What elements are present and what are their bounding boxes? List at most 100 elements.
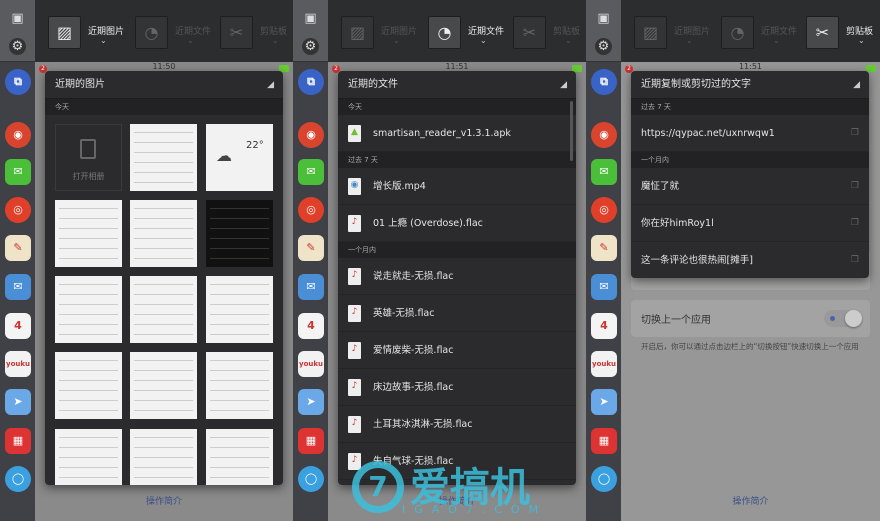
file-item[interactable]: ♪ 爱情废柴-无损.flac xyxy=(338,332,576,369)
clipboard-text: 这一条评论也很热闹[摊手] xyxy=(641,255,753,266)
calendar-icon[interactable]: 4 xyxy=(5,313,31,339)
notes-icon[interactable]: ✎ xyxy=(298,235,324,261)
wechat-icon[interactable]: ✉ xyxy=(5,159,31,185)
photo-thumbnail[interactable] xyxy=(206,352,273,419)
gift-calendar-icon[interactable]: ▦ xyxy=(591,428,617,454)
photo-thumbnail[interactable] xyxy=(55,200,122,267)
toggle-knob xyxy=(845,310,862,327)
file-name: 英雄-无损.flac xyxy=(373,308,435,319)
scissors-icon: ✂ xyxy=(806,16,839,49)
circle-app-icon[interactable]: ◯ xyxy=(298,466,324,492)
photo-thumbnail[interactable] xyxy=(130,276,197,343)
window-mode-icon[interactable]: ▣ xyxy=(302,10,319,27)
scrollbar[interactable] xyxy=(570,101,573,161)
thumbnail-line xyxy=(59,447,118,448)
thumbnail-line xyxy=(210,370,269,371)
mail-icon[interactable]: ✉ xyxy=(591,274,617,300)
thumbnail-line xyxy=(134,447,193,448)
weibo-icon[interactable]: ◎ xyxy=(5,197,31,223)
clipboard-item[interactable]: 魔怔了就 ❐ xyxy=(631,168,869,205)
weibo-icon[interactable]: ◎ xyxy=(298,197,324,223)
chrome-icon[interactable]: ◉ xyxy=(298,122,324,148)
file-item[interactable]: ▲ smartisan_reader_v1.3.1.apk xyxy=(338,115,576,152)
instructions-link[interactable]: 操作简介 xyxy=(621,494,880,507)
copy-icon[interactable]: ❐ xyxy=(851,205,859,242)
setting-description: 开启后，你可以通过点击边栏上的“切换按钮”快速切换上一个应用 xyxy=(641,342,859,351)
window-mode-icon[interactable]: ▣ xyxy=(9,10,26,27)
clipboard-item[interactable]: https://qypac.net/uxnrwqw1 ❐ xyxy=(631,115,869,152)
file-item[interactable]: ♪ 失自气球-无损.flac xyxy=(338,443,576,480)
switch-app-icon[interactable]: ⧉ xyxy=(5,69,31,95)
thumbnail-line xyxy=(210,390,269,391)
chevron-down-icon: ⌄ xyxy=(187,36,194,45)
instructions-link[interactable]: 操作简介 xyxy=(35,494,293,507)
gift-calendar-icon[interactable]: ▦ xyxy=(5,428,31,454)
file-item[interactable]: ♪ 01 上瘾 (Overdose).flac xyxy=(338,205,576,242)
photo-thumbnail[interactable] xyxy=(130,124,197,191)
photo-thumbnail[interactable] xyxy=(55,352,122,419)
file-item[interactable]: ♪ 英雄-无损.flac xyxy=(338,295,576,332)
thumbnail-line xyxy=(59,400,118,401)
photo-thumbnail[interactable] xyxy=(130,200,197,267)
file-item[interactable]: ♪ 床边故事-无损.flac xyxy=(338,369,576,406)
weibo-icon[interactable]: ◎ xyxy=(591,197,617,223)
file-item[interactable]: ♪ 说走就走-无损.flac xyxy=(338,258,576,295)
clear-broom-icon[interactable]: ◢ xyxy=(560,71,567,99)
gift-calendar-icon[interactable]: ▦ xyxy=(298,428,324,454)
youku-icon[interactable]: youku xyxy=(298,351,324,377)
section-header: 一个月内 xyxy=(338,242,576,258)
thumbnail-line xyxy=(59,218,118,219)
photo-thumbnail[interactable] xyxy=(130,429,197,485)
calendar-icon[interactable]: 4 xyxy=(591,313,617,339)
copy-icon[interactable]: ❐ xyxy=(851,168,859,205)
copy-icon[interactable]: ❐ xyxy=(851,115,859,152)
popup-title: 近期复制或剪切过的文字 xyxy=(641,79,751,90)
photo-thumbnail[interactable] xyxy=(130,352,197,419)
mail-icon[interactable]: ✉ xyxy=(5,274,31,300)
file-item[interactable]: ◉ 增长版.mp4 xyxy=(338,168,576,205)
photo-thumbnail[interactable] xyxy=(55,276,122,343)
thumbnail-line xyxy=(59,258,118,259)
photo-thumbnail[interactable] xyxy=(206,276,273,343)
photo-thumbnail[interactable] xyxy=(206,429,273,485)
photo-thumbnail[interactable] xyxy=(206,200,273,267)
clipboard-item[interactable]: 这一条评论也很热闹[摊手] ❐ xyxy=(631,242,869,278)
circle-app-icon[interactable]: ◯ xyxy=(591,466,617,492)
copy-icon[interactable]: ❐ xyxy=(851,242,859,278)
file-item[interactable]: ♪ 土耳其冰淇淋-无损.flac xyxy=(338,406,576,443)
calendar-icon[interactable]: 4 xyxy=(298,313,324,339)
wechat-icon[interactable]: ✉ xyxy=(591,159,617,185)
chrome-icon[interactable]: ◉ xyxy=(5,122,31,148)
paper-plane-icon[interactable]: ➤ xyxy=(591,389,617,415)
open-album-button[interactable]: 打开相册 xyxy=(55,124,122,191)
photo-thumbnail[interactable]: ☁ 22° xyxy=(206,124,273,191)
mail-icon[interactable]: ✉ xyxy=(298,274,324,300)
instructions-link[interactable]: 操作简介 xyxy=(328,494,586,507)
clear-broom-icon[interactable]: ◢ xyxy=(267,71,274,99)
paper-plane-icon[interactable]: ➤ xyxy=(298,389,324,415)
thumbnail-line xyxy=(210,258,269,259)
settings-gear-icon[interactable]: ⚙ xyxy=(595,38,612,55)
switch-app-icon[interactable]: ⧉ xyxy=(591,69,617,95)
notes-icon[interactable]: ✎ xyxy=(591,235,617,261)
switch-app-icon[interactable]: ⧉ xyxy=(298,69,324,95)
image-icon: ▨ xyxy=(634,16,667,49)
status-time: 11:51 xyxy=(738,62,763,71)
youku-icon[interactable]: youku xyxy=(591,351,617,377)
thumbnail-line xyxy=(59,390,118,391)
photo-thumbnail[interactable] xyxy=(55,429,122,485)
chrome-icon[interactable]: ◉ xyxy=(591,122,617,148)
paper-plane-icon[interactable]: ➤ xyxy=(5,389,31,415)
youku-icon[interactable]: youku xyxy=(5,351,31,377)
clipboard-item[interactable]: 你在好himRoy1l ❐ xyxy=(631,205,869,242)
notes-icon[interactable]: ✎ xyxy=(5,235,31,261)
settings-gear-icon[interactable]: ⚙ xyxy=(302,38,319,55)
window-mode-icon[interactable]: ▣ xyxy=(595,10,612,27)
switch-last-app-toggle[interactable] xyxy=(824,310,862,327)
wechat-icon[interactable]: ✉ xyxy=(298,159,324,185)
settings-gear-icon[interactable]: ⚙ xyxy=(9,38,26,55)
clear-broom-icon[interactable]: ◢ xyxy=(853,71,860,99)
section-header: 一个月内 xyxy=(631,152,869,168)
thumbnail-line xyxy=(134,152,193,153)
circle-app-icon[interactable]: ◯ xyxy=(5,466,31,492)
